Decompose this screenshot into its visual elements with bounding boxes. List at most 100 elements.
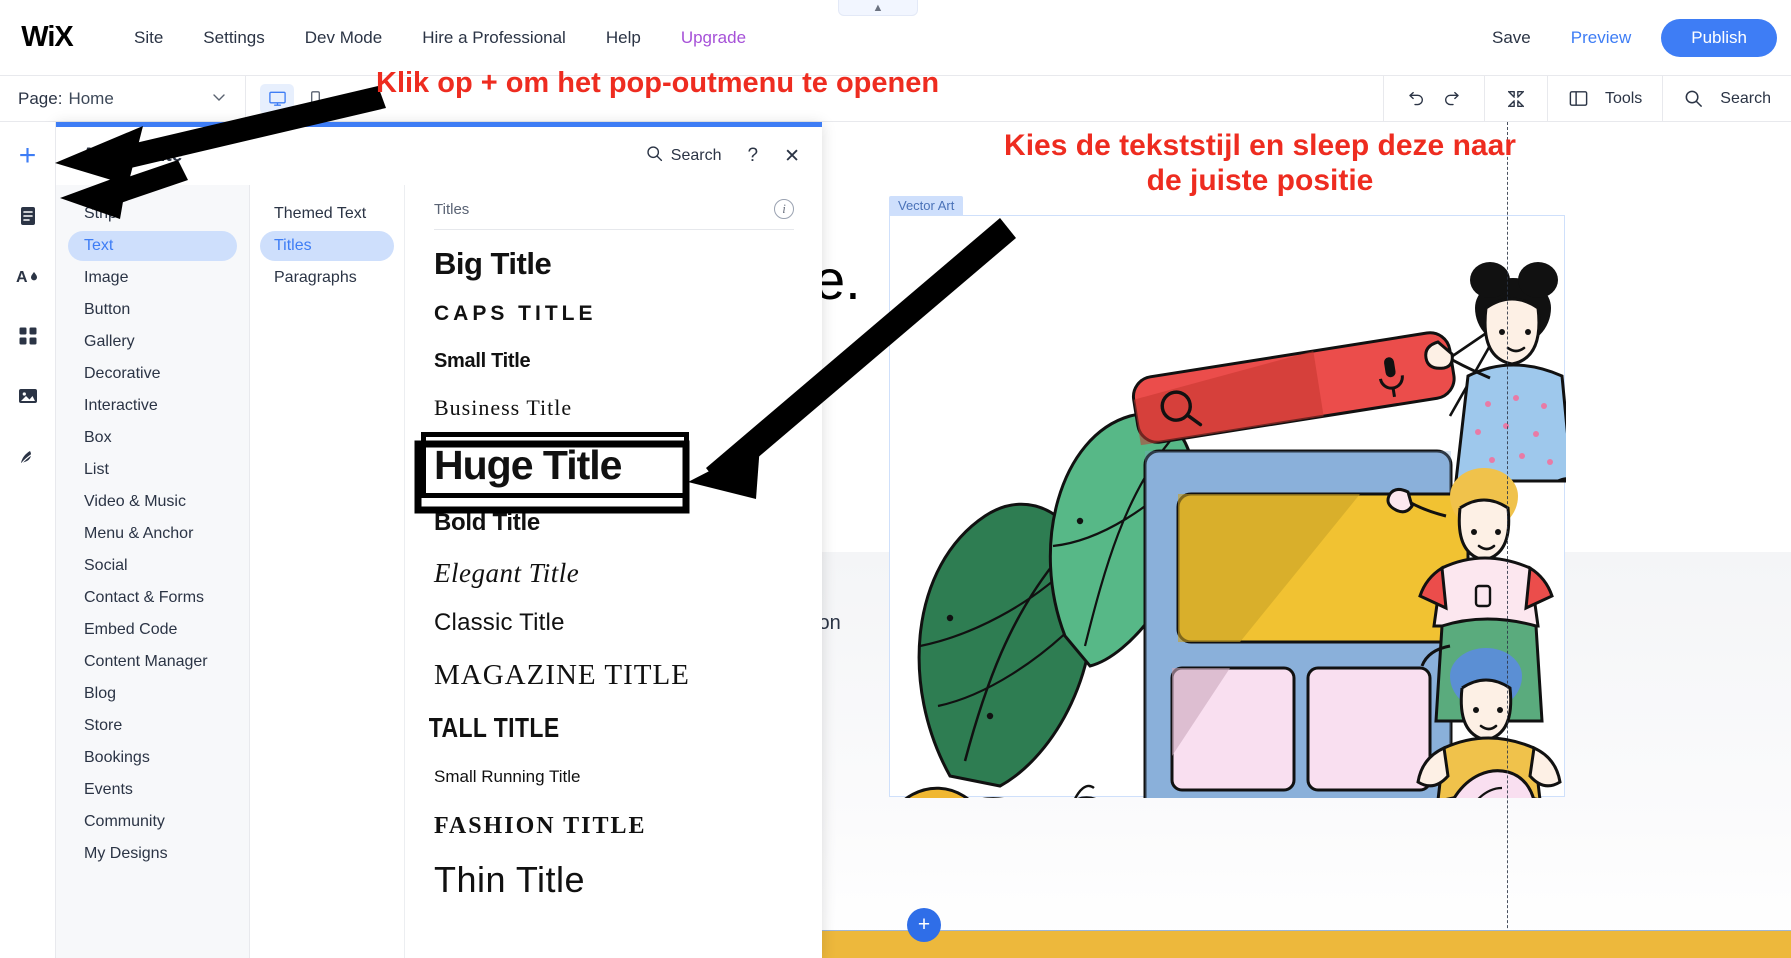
category-item-content-manager[interactable]: Content Manager (68, 647, 237, 677)
menu-site[interactable]: Site (114, 22, 183, 54)
vector-art-badge: Vector Art (889, 196, 963, 216)
close-icon[interactable]: ✕ (784, 145, 800, 168)
panel-search-label: Search (671, 147, 722, 165)
publish-button[interactable]: Publish (1661, 19, 1777, 57)
menu-help[interactable]: Help (586, 22, 661, 54)
category-item-contact-forms[interactable]: Contact & Forms (68, 583, 237, 613)
vector-illustration (890, 216, 1566, 798)
add-section-button[interactable]: + (907, 908, 941, 942)
canvas-footer-strip[interactable] (822, 930, 1791, 958)
desktop-view-button[interactable] (260, 84, 294, 114)
add-to-site-panel: Add to Site Search ? ✕ StripTextImageBut… (56, 122, 822, 958)
info-icon[interactable]: i (774, 199, 794, 219)
text-style-huge-title[interactable]: Huge Title (421, 432, 689, 498)
page-selector[interactable]: Page: Home (0, 76, 245, 122)
zoom-out-control[interactable] (1484, 76, 1547, 122)
plus-icon: + (19, 141, 37, 171)
history-controls (1383, 76, 1484, 122)
text-style-business-title[interactable]: Business Title (405, 384, 822, 432)
category-item-strip[interactable]: Strip (68, 199, 237, 229)
page-selector-value: Home (68, 89, 113, 109)
category-item-box[interactable]: Box (68, 423, 237, 453)
undo-icon[interactable] (1404, 88, 1426, 110)
text-style-magazine-title[interactable]: MAGAZINE TITLE (405, 648, 822, 702)
toolbar-right-controls: Tools Search (1383, 76, 1791, 122)
mobile-view-button[interactable] (298, 84, 332, 114)
canvas-subtext-partial[interactable]: ion (822, 612, 841, 635)
text-style-big-title[interactable]: Big Title (405, 238, 822, 290)
collapse-arrows-icon[interactable] (1505, 88, 1527, 110)
category-item-my-designs[interactable]: My Designs (68, 839, 237, 869)
category-item-community[interactable]: Community (68, 807, 237, 837)
blog-manager-button[interactable] (8, 436, 48, 476)
category-item-video-music[interactable]: Video & Music (68, 487, 237, 517)
category-item-blog[interactable]: Blog (68, 679, 237, 709)
text-style-elegant-title[interactable]: Elegant Title (405, 548, 822, 598)
page-selector-prefix: Page: (18, 89, 62, 109)
category-item-events[interactable]: Events (68, 775, 237, 805)
category-item-image[interactable]: Image (68, 263, 237, 293)
viewport-toggle (246, 84, 346, 114)
editor-toolbar: Page: Home (0, 76, 1791, 122)
subcategory-item-titles[interactable]: Titles (260, 231, 394, 261)
menu-upgrade[interactable]: Upgrade (661, 22, 766, 54)
text-style-small-running-title[interactable]: Small Running Title (405, 754, 822, 800)
subcategory-item-paragraphs[interactable]: Paragraphs (260, 263, 394, 293)
panel-help-button[interactable]: ? (748, 145, 759, 167)
canvas-heading-partial[interactable]: e. (822, 247, 861, 312)
category-item-store[interactable]: Store (68, 711, 237, 741)
text-styles-column: Titles i Big TitleCAPS TITLESmall TitleB… (405, 185, 822, 958)
top-actions: Save Preview Publish (1472, 19, 1791, 57)
category-item-gallery[interactable]: Gallery (68, 327, 237, 357)
category-item-bookings[interactable]: Bookings (68, 743, 237, 773)
search-button[interactable]: Search (1662, 76, 1791, 122)
tools-button[interactable]: Tools (1547, 76, 1662, 122)
category-item-text[interactable]: Text (68, 231, 237, 261)
category-item-embed-code[interactable]: Embed Code (68, 615, 237, 645)
subcategory-item-themed-text[interactable]: Themed Text (260, 199, 394, 229)
collapse-topbar-tab[interactable]: ▲ (838, 0, 918, 16)
redo-icon[interactable] (1442, 88, 1464, 110)
chevron-down-icon (211, 89, 227, 108)
panel-search-button[interactable]: Search (645, 144, 722, 168)
add-elements-button[interactable]: + (8, 136, 48, 176)
category-item-menu-anchor[interactable]: Menu & Anchor (68, 519, 237, 549)
text-style-list: Big TitleCAPS TITLESmall TitleBusiness T… (405, 230, 822, 908)
styles-section-header: Titles i (434, 199, 794, 230)
category-item-list[interactable]: List (68, 455, 237, 485)
save-button[interactable]: Save (1472, 22, 1551, 54)
media-manager-button[interactable] (8, 376, 48, 416)
menu-settings[interactable]: Settings (183, 22, 284, 54)
svg-text:A: A (16, 269, 28, 286)
text-style-tall-title[interactable]: TALL TITLE (405, 702, 747, 754)
subcategory-list: Themed TextTitlesParagraphs (250, 185, 405, 958)
menu-hire-a-professional[interactable]: Hire a Professional (402, 22, 586, 54)
tools-label: Tools (1605, 90, 1642, 108)
category-list: StripTextImageButtonGalleryDecorativeInt… (56, 185, 250, 958)
add-panel-body: StripTextImageButtonGalleryDecorativeInt… (56, 185, 822, 958)
add-panel-header-actions: Search ? ✕ (645, 144, 800, 168)
wix-logo[interactable]: WiX (16, 23, 78, 53)
text-style-classic-title[interactable]: Classic Title (405, 598, 822, 648)
pages-menu-button[interactable] (8, 196, 48, 236)
add-panel-title: Add to Site (82, 145, 182, 167)
text-style-small-title[interactable]: Small Title (405, 338, 822, 384)
text-style-caps-title[interactable]: CAPS TITLE (405, 290, 822, 338)
preview-button[interactable]: Preview (1551, 22, 1651, 54)
vector-art-element[interactable] (889, 215, 1565, 797)
category-item-interactive[interactable]: Interactive (68, 391, 237, 421)
category-item-social[interactable]: Social (68, 551, 237, 581)
top-menu-bar: ▲ WiX Site Settings Dev Mode Hire a Prof… (0, 0, 1791, 76)
menu-dev-mode[interactable]: Dev Mode (285, 22, 402, 54)
layout-panel-icon (1568, 88, 1589, 109)
search-icon (645, 144, 664, 168)
text-style-bold-title[interactable]: Bold Title (405, 498, 822, 548)
app-market-button[interactable] (8, 316, 48, 356)
category-item-button[interactable]: Button (68, 295, 237, 325)
text-style-fashion-title[interactable]: FASHION TITLE (405, 800, 822, 852)
category-item-decorative[interactable]: Decorative (68, 359, 237, 389)
site-canvas: e. ion Vector Art (822, 122, 1791, 958)
search-label: Search (1720, 90, 1771, 108)
text-style-thin-title[interactable]: Thin Title (405, 852, 822, 908)
design-theme-button[interactable]: A (8, 256, 48, 296)
